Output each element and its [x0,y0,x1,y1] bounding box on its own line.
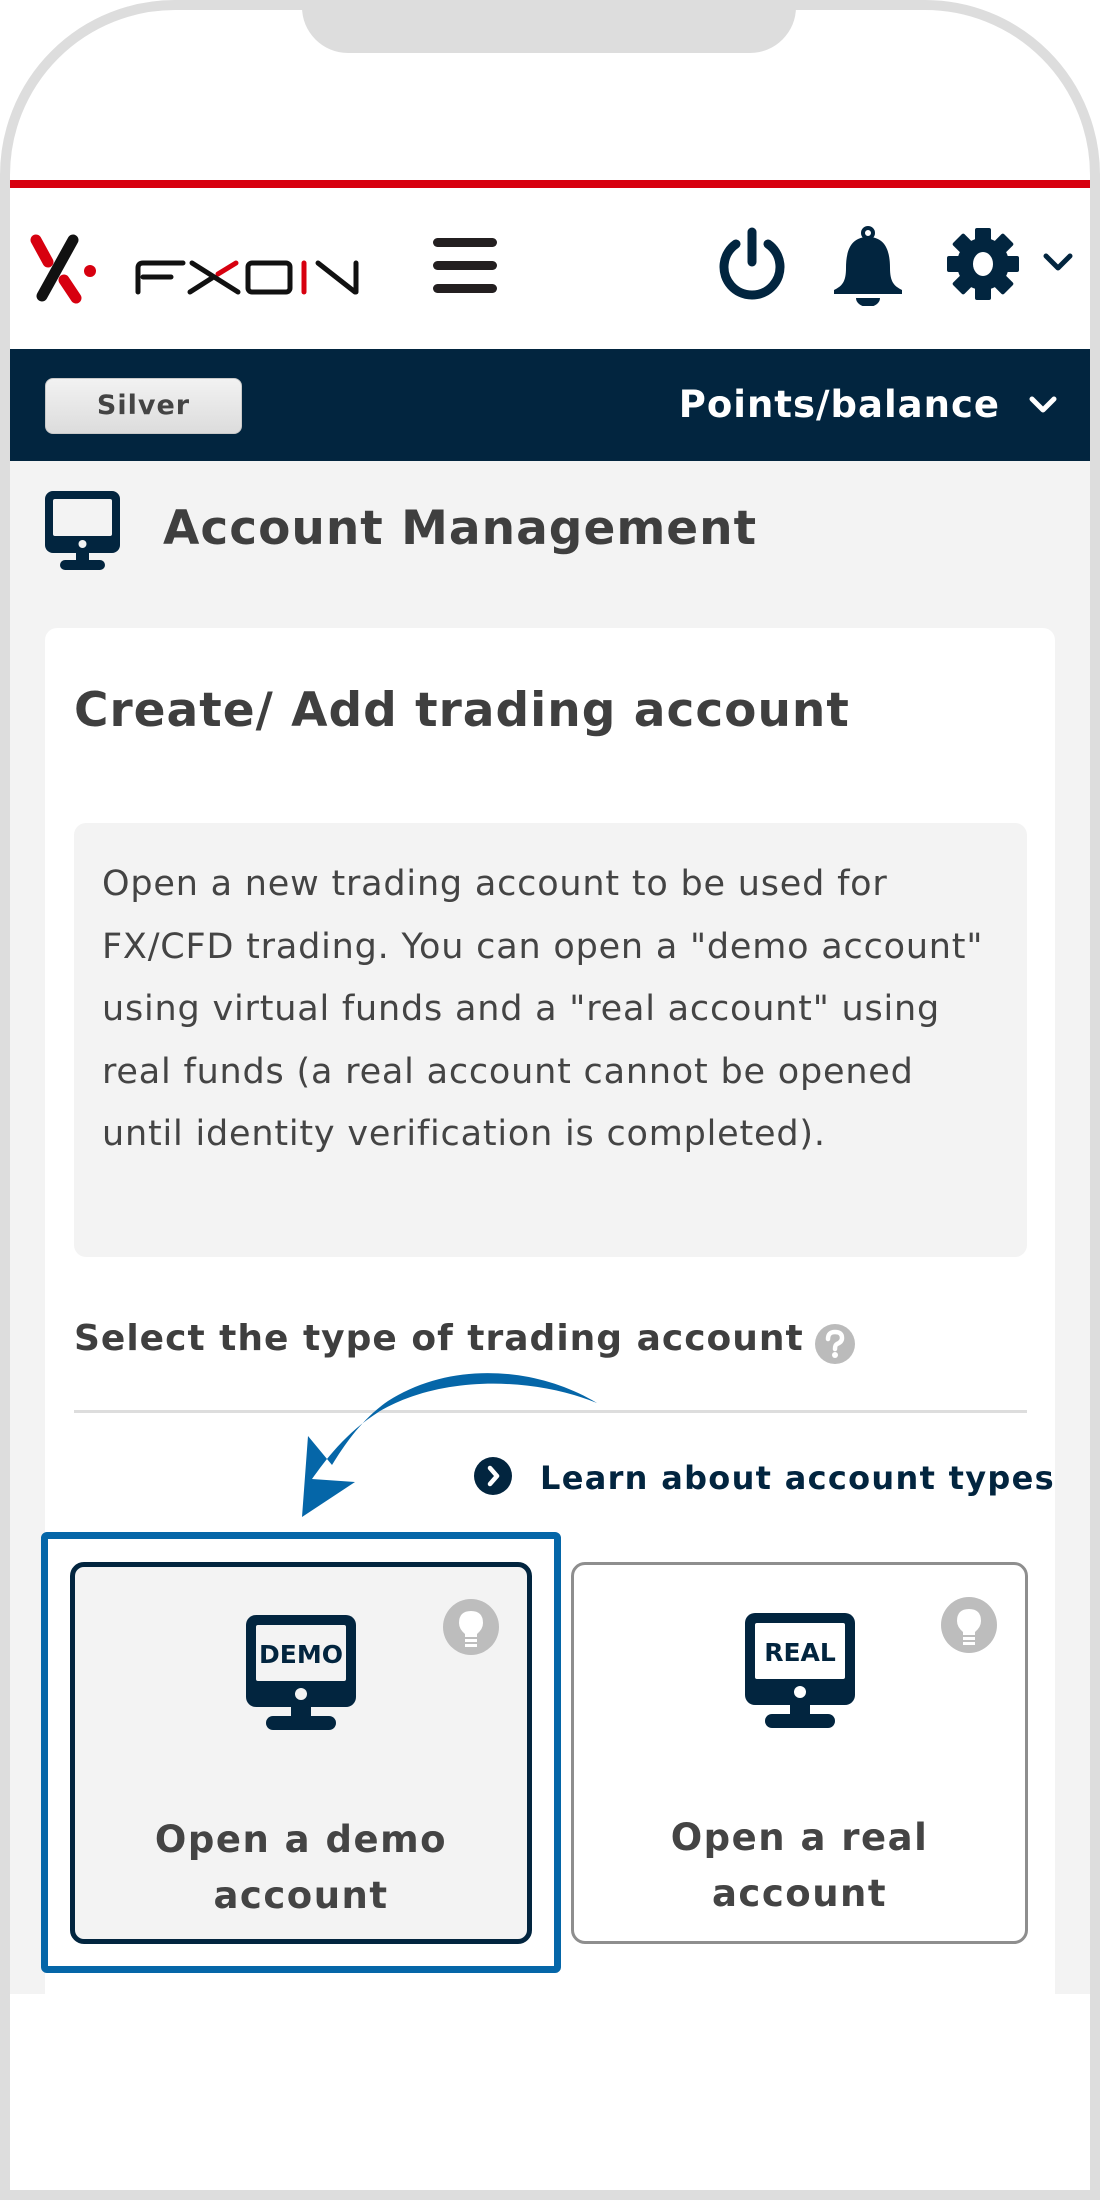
hamburger-icon-bar [433,284,497,293]
real-label-line2: account [711,1872,888,1915]
real-screen-text: REAL [764,1638,836,1667]
bell-icon[interactable] [830,226,906,306]
real-monitor-icon: REAL [744,1613,855,1728]
real-label-line1: Open a real [670,1816,929,1859]
rank-badge: Silver [45,378,242,434]
top-header: FXON [10,188,1090,349]
open-demo-account-button[interactable]: DEMO Open a demo account [70,1562,532,1944]
open-real-account-button[interactable]: REAL Open a real account [571,1562,1028,1944]
monitor-icon [45,491,120,570]
lightbulb-icon[interactable] [443,1599,499,1655]
brand-accent-line [10,180,1090,188]
chevron-right-circle-icon [474,1457,512,1495]
account-type-label: Select the type of trading account [74,1318,804,1359]
question-circle-icon[interactable] [815,1324,855,1364]
real-account-label: Open a real account [574,1810,1025,1922]
points-balance-toggle[interactable]: Points/balance [679,349,1000,461]
section-divider [74,1410,1027,1413]
app-screen: FXON [10,0,1090,1994]
create-account-card: Create/ Add trading account Open a new t… [41,628,1055,1994]
phone-notch [302,0,796,53]
demo-screen-text: DEMO [259,1640,343,1669]
fxon-logo[interactable]: FXON [28,230,378,310]
power-icon[interactable] [714,226,790,306]
demo-label-line1: Open a demo [154,1818,448,1861]
gear-icon[interactable] [945,226,1021,302]
demo-label-line2: account [213,1874,389,1917]
account-status-bar: Silver Points/balance [10,349,1090,461]
hamburger-icon [433,238,497,247]
hamburger-menu-button[interactable] [433,236,497,296]
hamburger-icon-bar [433,261,497,270]
main-content: Account Management Create/ Add trading a… [10,461,1090,1994]
page-title: Account Management [163,501,758,556]
description-box: Open a new trading account to be used fo… [74,823,1027,1257]
demo-account-label: Open a demo account [75,1812,527,1924]
demo-monitor-icon: DEMO [246,1615,356,1730]
chevron-down-icon[interactable] [1043,250,1073,274]
chevron-down-icon[interactable] [1028,393,1058,417]
learn-link-text: Learn about account types [540,1459,1055,1497]
card-title: Create/ Add trading account [74,683,850,738]
lightbulb-icon[interactable] [941,1597,997,1653]
